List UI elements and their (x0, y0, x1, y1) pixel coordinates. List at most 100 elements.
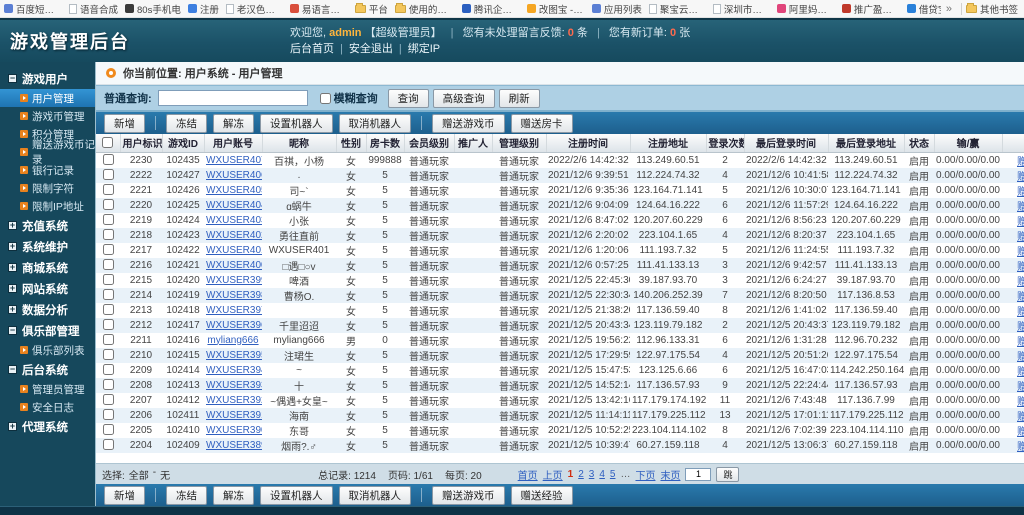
account-link[interactable]: WXUSER389 (206, 440, 262, 451)
row-checkbox[interactable] (102, 304, 114, 316)
sidebar-item-赠送游戏币记录[interactable]: 赠送游戏币记录 (0, 139, 95, 166)
sidebar-item-游戏币管理[interactable]: 游戏币管理 (0, 107, 95, 125)
toolbar-button-解冻[interactable]: 解冻 (213, 485, 254, 505)
account-link[interactable]: WXUSER390 (206, 425, 262, 436)
sidebar-item-限制字符[interactable]: 限制字符 (0, 179, 95, 197)
row-checkbox[interactable] (102, 319, 114, 331)
sidebar-group-后台系统[interactable]: − 后台系统 (0, 359, 95, 380)
toolbar-button-冻结[interactable]: 冻结 (166, 113, 207, 133)
bookmark-item[interactable]: 使用的网站 (394, 2, 455, 16)
header-link-绑定IP[interactable]: 绑定IP (408, 43, 440, 55)
search-button-查询[interactable]: 查询 (387, 88, 429, 108)
row-checkbox[interactable] (102, 244, 114, 256)
gift-record-link[interactable]: 赠送记录 (1017, 202, 1024, 213)
bookmark-item[interactable]: 老汉色影院 (225, 2, 283, 16)
pagination-last[interactable]: 末页 (660, 467, 680, 482)
bookmark-item[interactable]: 深圳市零售 (712, 2, 770, 16)
row-checkbox[interactable] (102, 334, 114, 346)
bookmark-item[interactable]: 注册 (187, 2, 219, 16)
bookmark-item[interactable]: 阿里妈妈 大 (776, 2, 835, 16)
select-none-link[interactable]: 无 (160, 467, 170, 482)
row-checkbox[interactable] (102, 379, 114, 391)
gift-record-link[interactable]: 赠送记录 (1017, 367, 1024, 378)
bookmark-item[interactable]: 平台 (354, 2, 388, 16)
sidebar-group-网站系统[interactable]: + 网站系统 (0, 278, 95, 299)
row-checkbox[interactable] (102, 214, 114, 226)
bookmark-item[interactable]: 应用列表 (591, 2, 642, 16)
toolbar-button-赠送经验[interactable]: 赠送经验 (510, 485, 573, 505)
fuzzy-query-checkbox[interactable] (319, 92, 331, 104)
account-link[interactable]: WXUSER405 (206, 185, 262, 196)
bookmarks-overflow-chevron[interactable]: » (941, 3, 957, 15)
gift-record-link[interactable]: 赠送记录 (1017, 442, 1024, 453)
select-all-checkbox[interactable] (102, 137, 114, 149)
toolbar-button-取消机器人[interactable]: 取消机器人 (338, 485, 411, 505)
toolbar-button-新增[interactable]: 新增 (104, 113, 145, 133)
account-link[interactable]: WXUSER403 (206, 215, 262, 226)
pagination-page-3[interactable]: 3 (589, 469, 595, 480)
gift-record-link[interactable]: 赠送记录 (1017, 157, 1024, 168)
bookmark-item[interactable]: 借贷宝企业 (906, 2, 941, 16)
sidebar-item-限制IP地址[interactable]: 限制IP地址 (0, 197, 95, 215)
sidebar-group-系统维护[interactable]: + 系统维护 (0, 236, 95, 257)
other-bookmarks-folder[interactable]: 其他书签 (965, 2, 1020, 16)
header-link-后台首页[interactable]: 后台首页 (290, 43, 334, 55)
toolbar-button-新增[interactable]: 新增 (104, 485, 145, 505)
account-link[interactable]: WXUSER398 (206, 290, 262, 301)
toolbar-button-赠送游戏币[interactable]: 赠送游戏币 (432, 485, 505, 505)
bookmark-item[interactable]: 推广盈利平 (841, 2, 900, 16)
account-link[interactable]: WXUSER407 (206, 155, 262, 166)
select-all-link[interactable]: 全部 (129, 467, 149, 482)
header-link-安全退出[interactable]: 安全退出 (349, 43, 393, 55)
account-link[interactable]: WXUSER396 (206, 320, 262, 331)
toolbar-button-取消机器人[interactable]: 取消机器人 (338, 113, 411, 133)
gift-record-link[interactable]: 赠送记录 (1017, 247, 1024, 258)
gift-record-link[interactable]: 赠送记录 (1017, 397, 1024, 408)
toolbar-button-解冻[interactable]: 解冻 (213, 113, 254, 133)
gift-record-link[interactable]: 赠送记录 (1017, 217, 1024, 228)
sidebar-group-充值系统[interactable]: + 充值系统 (0, 215, 95, 236)
bookmark-item[interactable]: 语音合成 (69, 2, 118, 16)
gift-record-link[interactable]: 赠送记录 (1017, 232, 1024, 243)
toolbar-button-赠送游戏币[interactable]: 赠送游戏币 (432, 113, 505, 133)
gift-record-link[interactable]: 赠送记录 (1017, 187, 1024, 198)
row-checkbox[interactable] (102, 394, 114, 406)
account-link[interactable]: WXUSER404 (206, 200, 262, 211)
row-checkbox[interactable] (102, 364, 114, 376)
gift-record-link[interactable]: 赠送记录 (1017, 352, 1024, 363)
bookmark-item[interactable]: 易语言教程 (289, 2, 348, 16)
account-link[interactable]: WXUSER397 (206, 305, 262, 316)
row-checkbox[interactable] (102, 439, 114, 451)
page-jump-input[interactable] (685, 467, 712, 481)
row-checkbox[interactable] (102, 154, 114, 166)
gift-record-link[interactable]: 赠送记录 (1017, 277, 1024, 288)
pagination-first[interactable]: 首页 (518, 467, 538, 482)
account-link[interactable]: WXUSER392 (206, 395, 262, 406)
search-button-高级查询[interactable]: 高级查询 (432, 88, 495, 108)
row-checkbox[interactable] (102, 409, 114, 421)
bookmark-item[interactable]: 改图宝 - 在 (526, 2, 585, 16)
account-link[interactable]: WXUSER400 (206, 260, 262, 271)
gift-record-link[interactable]: 赠送记录 (1017, 322, 1024, 333)
gift-record-link[interactable]: 赠送记录 (1017, 427, 1024, 438)
gift-record-link[interactable]: 赠送记录 (1017, 262, 1024, 273)
sidebar-group-俱乐部管理[interactable]: − 俱乐部管理 (0, 320, 95, 341)
pagination-prev[interactable]: 上页 (543, 467, 563, 482)
account-link[interactable]: WXUSER393 (206, 380, 262, 391)
pagination-page-4[interactable]: 4 (599, 469, 605, 480)
sidebar-group-商城系统[interactable]: + 商城系统 (0, 257, 95, 278)
pagination-page-5[interactable]: 5 (610, 469, 616, 480)
sidebar-group-游戏用户[interactable]: − 游戏用户 (0, 68, 95, 89)
account-link[interactable]: WXUSER402 (206, 230, 262, 241)
toolbar-button-冻结[interactable]: 冻结 (166, 485, 207, 505)
page-jump-button[interactable]: 跳 (716, 466, 740, 482)
account-link[interactable]: WXUSER399 (206, 275, 262, 286)
bookmark-item[interactable]: 80s手机电 (125, 2, 181, 16)
row-checkbox[interactable] (102, 199, 114, 211)
account-link[interactable]: WXUSER406 (206, 170, 262, 181)
sidebar-group-数据分析[interactable]: + 数据分析 (0, 299, 95, 320)
row-checkbox[interactable] (102, 184, 114, 196)
account-link[interactable]: myliang666 (207, 335, 258, 346)
gift-record-link[interactable]: 赠送记录 (1017, 337, 1024, 348)
row-checkbox[interactable] (102, 424, 114, 436)
